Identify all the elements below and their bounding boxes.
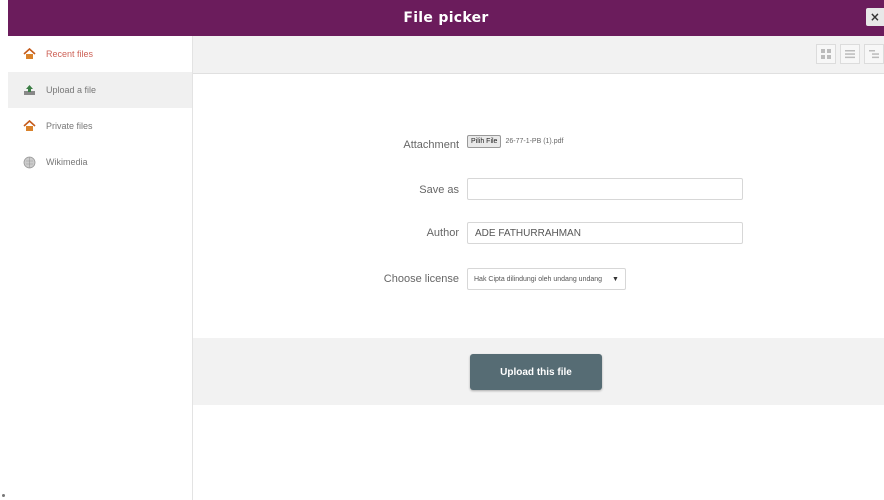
sidebar-item-upload-a-file[interactable]: Upload a file: [8, 72, 192, 108]
sidebar-item-label: Upload a file: [46, 85, 97, 95]
list-view-icon: [845, 50, 855, 59]
author-label: Author: [426, 227, 459, 239]
close-icon: ×: [869, 10, 881, 24]
selected-file-name: 26-77-1-PB (1).pdf: [505, 138, 564, 145]
sidebar-item-label: Recent files: [46, 49, 94, 59]
file-picker-titlebar: File picker ×: [8, 0, 884, 36]
save-as-label: Save as: [419, 184, 459, 196]
window-title: File picker: [403, 10, 489, 26]
author-input[interactable]: ADE FATHURRAHMAN: [467, 222, 743, 244]
sidebar-item-wikimedia[interactable]: Wikimedia: [8, 144, 192, 180]
upload-panel: Attachment Pilih File 26-77-1-PB (1).pdf…: [193, 36, 884, 500]
upload-icon: [22, 83, 36, 97]
grid-view-icon: [821, 49, 831, 59]
sidebar-item-recent-files[interactable]: Recent files: [8, 36, 192, 72]
wikimedia-icon: [22, 155, 36, 169]
picker-toolbar: [193, 36, 884, 74]
attachment-label: Attachment: [403, 139, 459, 151]
attachment-field: Pilih File 26-77-1-PB (1).pdf: [467, 135, 563, 148]
sidebar-item-label: Wikimedia: [46, 157, 88, 167]
private-files-icon: [22, 119, 36, 133]
corner-marker: [2, 494, 5, 497]
choose-license-label: Choose license: [383, 273, 459, 285]
save-as-input[interactable]: [467, 178, 743, 200]
license-selected-value: Hak Cipta dilindungi oleh undang undang: [474, 275, 603, 283]
list-view-button[interactable]: [840, 44, 860, 64]
tree-view-icon: [869, 50, 879, 59]
sidebar-item-label: Private files: [46, 121, 93, 131]
recent-files-icon: [22, 47, 36, 61]
tree-view-button[interactable]: [864, 44, 884, 64]
close-button[interactable]: ×: [866, 8, 884, 26]
repository-sidebar: Recent files Upload a file Private files…: [8, 36, 193, 500]
grid-view-button[interactable]: [816, 44, 836, 64]
chevron-down-icon: ▼: [612, 275, 619, 283]
choose-file-button[interactable]: Pilih File: [467, 135, 502, 148]
view-switcher: [812, 44, 884, 64]
sidebar-item-private-files[interactable]: Private files: [8, 108, 192, 144]
upload-this-file-button[interactable]: Upload this file: [470, 354, 602, 390]
license-select[interactable]: Hak Cipta dilindungi oleh undang undang …: [467, 268, 626, 290]
